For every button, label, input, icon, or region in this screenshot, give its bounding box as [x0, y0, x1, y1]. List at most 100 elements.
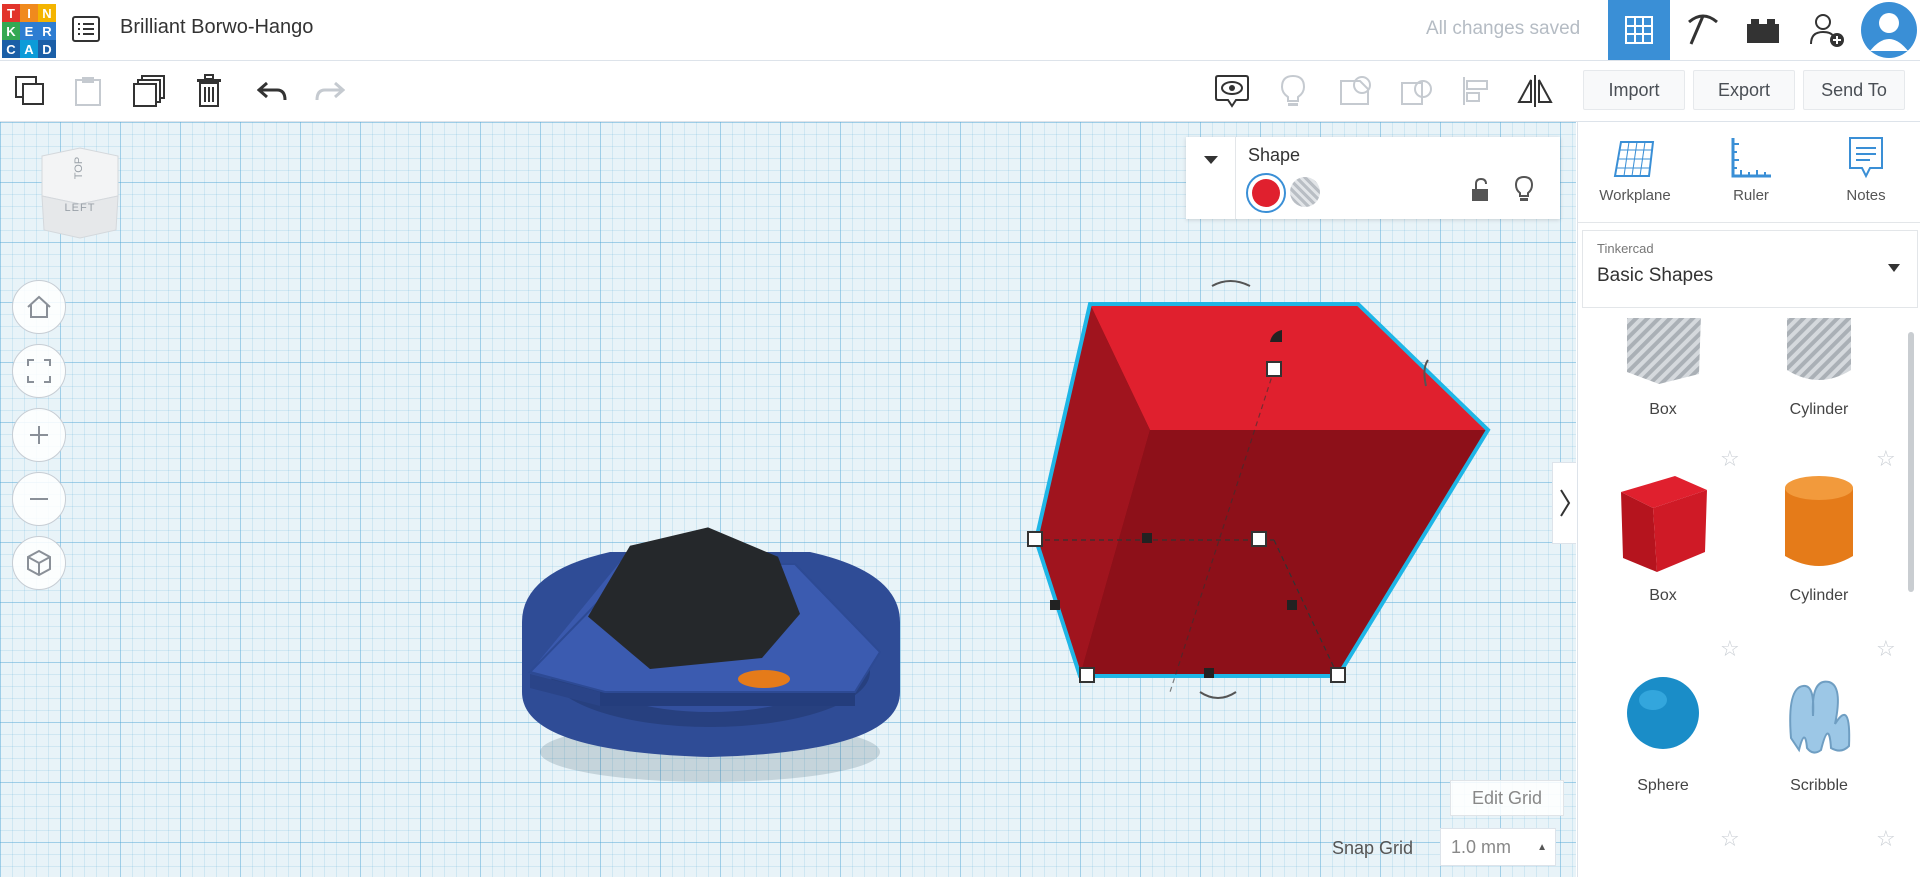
- group-button[interactable]: [1330, 61, 1380, 121]
- ungroup-button[interactable]: [1391, 61, 1441, 121]
- library-select[interactable]: Tinkercad Basic Shapes: [1582, 230, 1918, 308]
- copy-button[interactable]: [5, 61, 55, 121]
- fit-view-icon: [27, 359, 51, 383]
- light-toggle-button[interactable]: [1514, 175, 1534, 208]
- fit-view-button[interactable]: [12, 344, 66, 398]
- duplicate-button[interactable]: [124, 61, 174, 121]
- projection-button[interactable]: [12, 536, 66, 590]
- design-list-icon[interactable]: [72, 16, 100, 47]
- add-user-icon: [1810, 14, 1844, 47]
- snap-grid-select[interactable]: 1.0 mm ▲: [1440, 828, 1556, 866]
- hole-button[interactable]: [1290, 177, 1320, 207]
- library-group: Tinkercad: [1597, 241, 1654, 256]
- shape-cylinder[interactable]: Cylinder: [1744, 468, 1894, 605]
- snap-grid-label: Snap Grid: [1332, 838, 1414, 858]
- inspector-title: Shape: [1248, 145, 1301, 165]
- zoom-in-button[interactable]: [12, 408, 66, 462]
- align-icon: [1463, 77, 1488, 105]
- zoom-out-button[interactable]: [12, 472, 66, 526]
- edit-grid-button[interactable]: Edit Grid: [1450, 780, 1564, 816]
- blocks-view-button[interactable]: [1672, 0, 1734, 60]
- logo-letter: T: [2, 4, 20, 22]
- bricks-icon: [1747, 19, 1779, 43]
- caret-up-icon: ▲: [1537, 841, 1547, 853]
- workplane-icon: [1613, 141, 1655, 177]
- logo-letter: R: [38, 22, 56, 40]
- shape-sphere[interactable]: Sphere: [1588, 658, 1738, 795]
- pickaxe-icon: [1688, 14, 1718, 45]
- shape-label: Scribble: [1790, 777, 1848, 794]
- shape-label: Cylinder: [1789, 401, 1849, 418]
- align-button[interactable]: [1451, 61, 1501, 121]
- view-cube-front-label: LEFT: [64, 202, 96, 214]
- delete-button[interactable]: [184, 61, 234, 121]
- red-swatch: [1252, 179, 1280, 207]
- ruler-tool[interactable]: Ruler: [1695, 136, 1807, 204]
- home-icon: [27, 295, 51, 318]
- bricks-view-button[interactable]: [1732, 0, 1794, 60]
- light-button[interactable]: [1268, 61, 1318, 121]
- show-notes-button[interactable]: [1207, 61, 1257, 121]
- lock-button[interactable]: [1470, 177, 1490, 208]
- paste-button[interactable]: [63, 61, 113, 121]
- panel-collapse-button[interactable]: [1552, 462, 1576, 544]
- lightbulb-icon: [1280, 74, 1306, 106]
- shape-label: Box: [1649, 401, 1677, 418]
- duplicate-icon: [133, 75, 165, 107]
- paste-icon: [75, 77, 101, 106]
- document-title[interactable]: Brilliant Borwo-Hango: [120, 16, 313, 39]
- view-cube-top-label: TOP: [73, 156, 85, 180]
- trash-icon: [197, 74, 221, 107]
- ruler-label: Ruler: [1733, 187, 1769, 204]
- group-icon: [1340, 76, 1371, 105]
- workplane-tool[interactable]: Workplane: [1579, 136, 1691, 204]
- ring-object[interactable]: [500, 422, 920, 802]
- grid-view-button[interactable]: [1608, 0, 1670, 60]
- invite-user-button[interactable]: [1796, 0, 1858, 60]
- top-bar: T I N K E R C A D Brilliant Borwo-Hango …: [0, 0, 1920, 61]
- copy-icon: [15, 76, 44, 105]
- ruler-icon: [1731, 138, 1771, 178]
- cylinder-icon: [1785, 476, 1853, 566]
- save-status: All changes saved: [1426, 18, 1581, 39]
- chevron-right-icon: [1560, 489, 1571, 517]
- redo-button[interactable]: [305, 61, 355, 121]
- send-to-button[interactable]: Send To: [1803, 70, 1905, 110]
- notes-label: Notes: [1846, 187, 1886, 204]
- logo-letter: A: [20, 40, 38, 58]
- workplane-canvas[interactable]: TOP LEFT Edit Grid Snap Grid 1.0 mm ▲: [0, 122, 1576, 877]
- export-button[interactable]: Export: [1693, 70, 1795, 110]
- user-avatar-icon: [1861, 2, 1917, 58]
- tinkercad-logo[interactable]: T I N K E R C A D: [2, 4, 56, 58]
- favorite-star-icon[interactable]: ☆: [1876, 826, 1896, 852]
- ungroup-icon: [1401, 80, 1432, 105]
- shape-box-hole[interactable]: Box: [1588, 318, 1738, 419]
- favorite-star-icon[interactable]: ☆: [1720, 826, 1740, 852]
- shape-inspector: Shape: [1186, 137, 1560, 219]
- undo-button[interactable]: [247, 61, 297, 121]
- shape-cylinder-hole[interactable]: Cylinder: [1744, 318, 1894, 419]
- logo-letter: I: [20, 4, 38, 22]
- cylinder-hole-icon: [1787, 318, 1851, 380]
- logo-letter: N: [38, 4, 56, 22]
- scribble-icon: [1789, 680, 1851, 754]
- shape-box[interactable]: Box: [1588, 468, 1738, 605]
- eye-bubble-icon: [1215, 75, 1249, 108]
- plus-icon: [30, 426, 48, 444]
- shape-scribble[interactable]: Scribble: [1744, 658, 1894, 795]
- box-object[interactable]: [1020, 272, 1520, 732]
- logo-letter: K: [2, 22, 20, 40]
- home-view-button[interactable]: [12, 280, 66, 334]
- import-button[interactable]: Import: [1583, 70, 1685, 110]
- grid-view-icon: [1625, 16, 1653, 44]
- caret-down-icon: [1203, 156, 1218, 164]
- inspector-collapse-button[interactable]: [1186, 137, 1236, 219]
- solid-color-button[interactable]: [1246, 173, 1286, 213]
- mirror-button[interactable]: [1510, 61, 1560, 121]
- sphere-icon: [1627, 677, 1699, 749]
- notes-tool[interactable]: Notes: [1810, 136, 1920, 204]
- view-cube[interactable]: TOP LEFT: [38, 144, 122, 249]
- shapes-panel: Workplane Ruler Notes Tinkercad Basic Sh…: [1577, 122, 1920, 877]
- shapes-scrollbar[interactable]: [1908, 332, 1914, 592]
- avatar[interactable]: [1858, 0, 1920, 60]
